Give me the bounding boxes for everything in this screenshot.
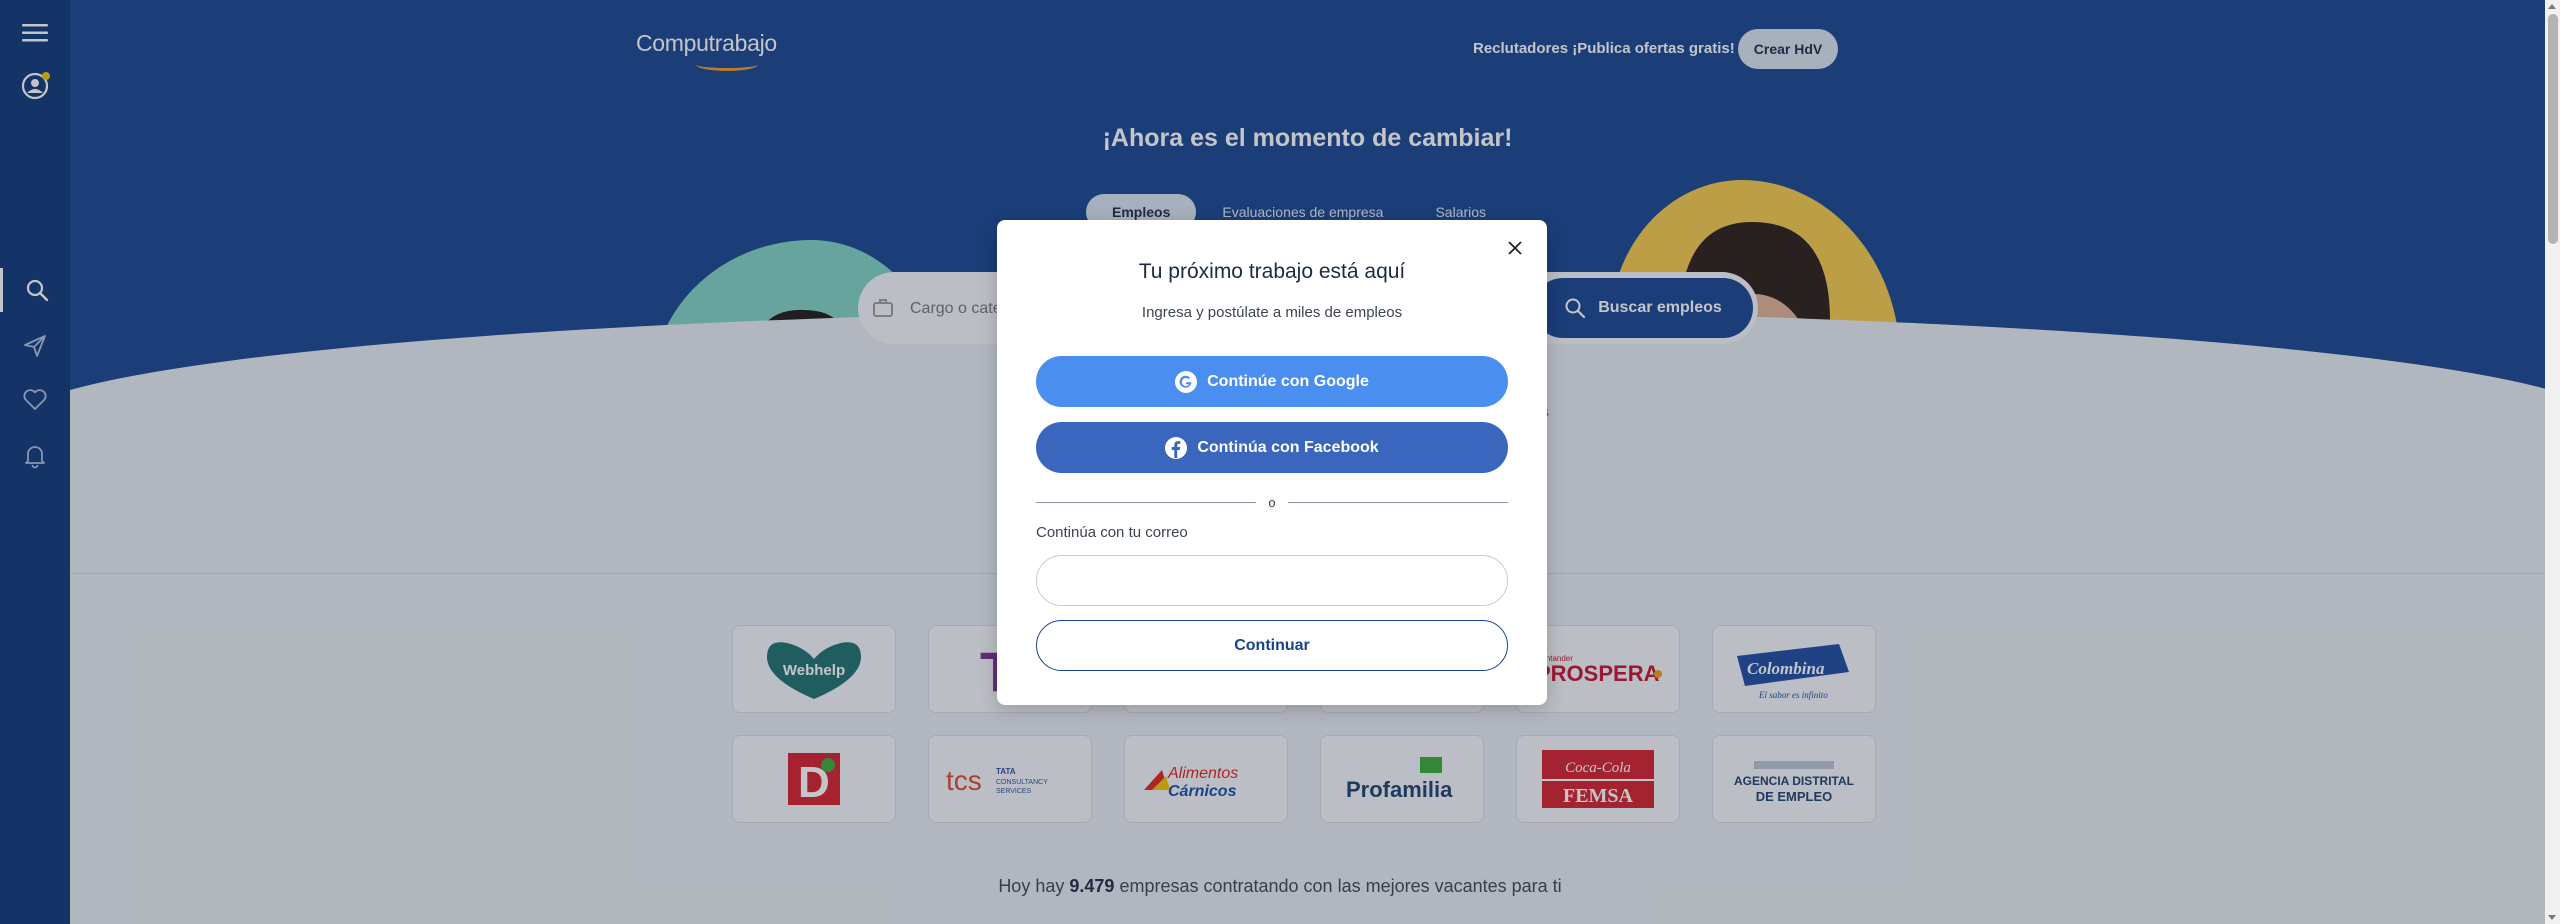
continue-with-facebook-button[interactable]: Continúa con Facebook xyxy=(1036,422,1508,473)
scroll-down-arrow-icon[interactable] xyxy=(2548,915,2556,920)
close-modal-button[interactable] xyxy=(1503,236,1527,260)
facebook-icon xyxy=(1165,436,1188,459)
scrollbar-thumb[interactable] xyxy=(2548,14,2558,244)
facebook-button-label: Continúa con Facebook xyxy=(1197,438,1379,456)
page-scrollbar[interactable] xyxy=(2545,0,2560,924)
modal-title: Tu próximo trabajo está aquí xyxy=(1138,260,1406,283)
google-button-label: Continúe con Google xyxy=(1207,372,1369,390)
email-label: Continúa con tu correo xyxy=(1036,524,1188,541)
email-field[interactable] xyxy=(1036,555,1508,606)
scroll-up-arrow-icon[interactable] xyxy=(2548,4,2556,9)
close-icon xyxy=(1508,241,1522,255)
modal-subtitle: Ingresa y postúlate a miles de empleos xyxy=(1141,304,1403,321)
continue-with-google-button[interactable]: Continúe con Google xyxy=(1036,356,1508,407)
google-icon xyxy=(1175,370,1198,393)
or-divider: o xyxy=(1036,495,1508,511)
continue-button[interactable]: Continuar xyxy=(1036,620,1508,671)
login-modal: Tu próximo trabajo está aquí Ingresa y p… xyxy=(997,220,1547,705)
